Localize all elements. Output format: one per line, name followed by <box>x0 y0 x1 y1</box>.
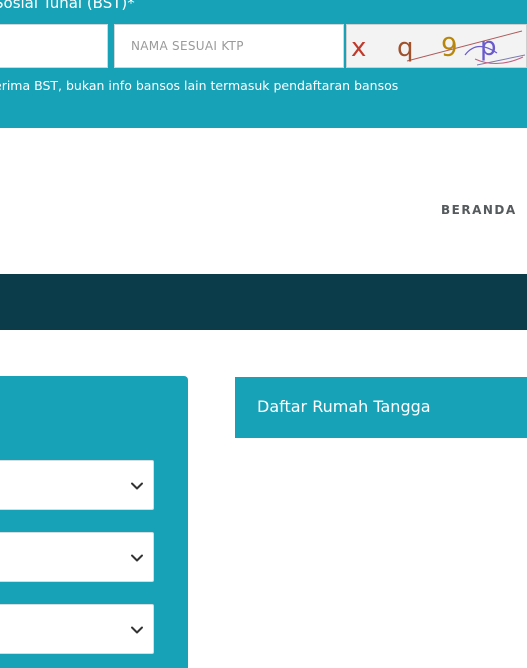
site-header <box>0 128 527 274</box>
filter-select-3[interactable] <box>0 604 154 654</box>
filter-select-1[interactable] <box>0 460 154 510</box>
form-title: Sosial Tunai (BST)* <box>0 0 135 12</box>
captcha-graphic: x q 9 p <box>351 30 526 66</box>
nik-input[interactable] <box>0 24 108 68</box>
nav-beranda-link[interactable]: BERANDA <box>441 203 517 217</box>
svg-text:q: q <box>397 33 414 63</box>
info-note: erima BST, bukan info bansos lain termas… <box>0 78 399 93</box>
chevron-down-icon <box>131 554 143 562</box>
household-list-title: Daftar Rumah Tangga <box>257 397 431 416</box>
filter-select-2[interactable] <box>0 532 154 582</box>
svg-text:x: x <box>351 33 366 63</box>
dark-navbar <box>0 274 527 330</box>
captcha-image: x q 9 p <box>346 24 527 68</box>
search-banner: Sosial Tunai (BST)* x q 9 p erima BST, b… <box>0 0 527 128</box>
chevron-down-icon <box>131 482 143 490</box>
household-list-header: Daftar Rumah Tangga <box>235 377 527 438</box>
chevron-down-icon <box>131 626 143 634</box>
name-input[interactable] <box>114 24 344 68</box>
svg-text:9: 9 <box>441 33 458 63</box>
filter-panel <box>0 376 188 668</box>
